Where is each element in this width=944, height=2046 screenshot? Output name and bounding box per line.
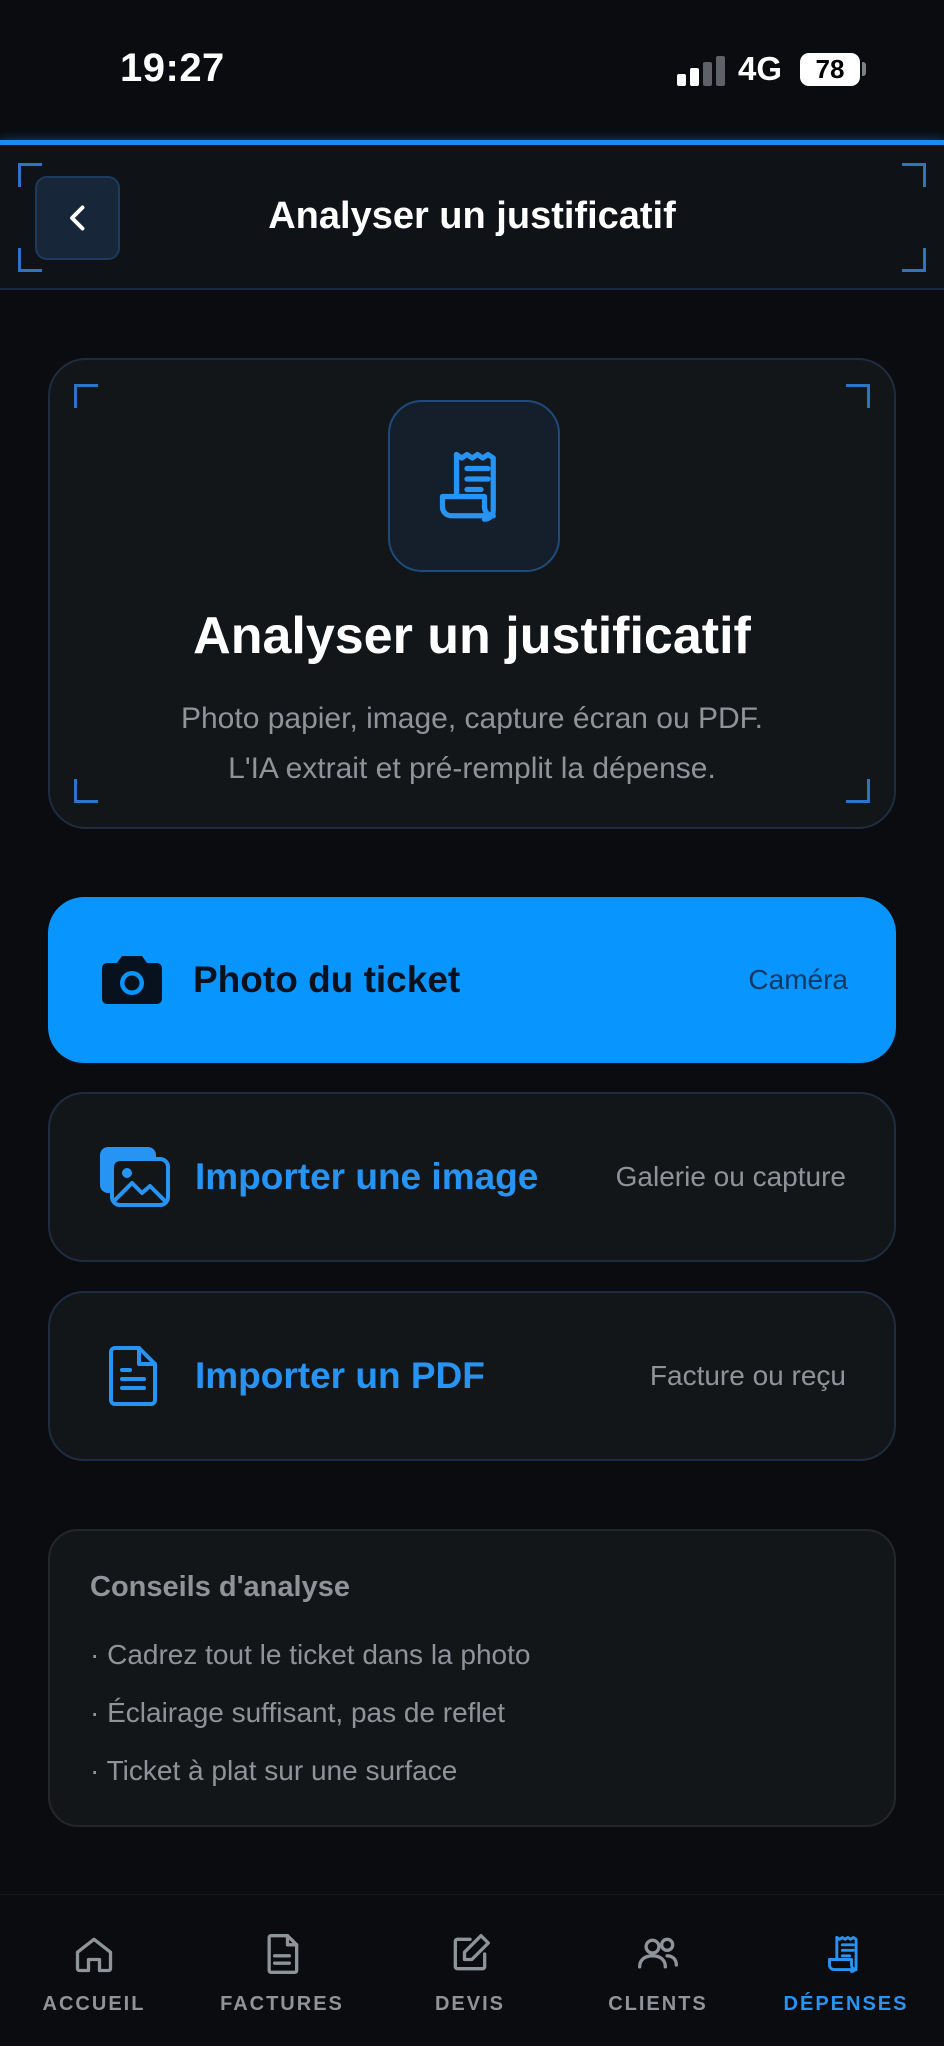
tab-label: CLIENTS	[608, 1993, 708, 2015]
page-title: Analyser un justificatif	[268, 195, 676, 237]
receipt-icon	[752, 1929, 940, 1979]
photo-ticket-button[interactable]: Photo du ticket Caméra	[48, 897, 896, 1063]
corner-bracket	[74, 384, 98, 408]
tab-label: DÉPENSES	[783, 1993, 909, 2015]
action-label: Importer une image	[195, 1156, 539, 1197]
tip-item: · Ticket à plat sur une surface	[90, 1755, 458, 1786]
invoice-icon	[188, 1929, 376, 1979]
receipt-icon	[439, 451, 496, 522]
tip-item: · Cadrez tout le ticket dans la photo	[90, 1639, 531, 1670]
header: Analyser un justificatif	[0, 145, 944, 290]
tips-title: Conseils d'analyse	[90, 1571, 350, 1603]
import-pdf-button[interactable]: Importer un PDF Facture ou reçu	[48, 1291, 896, 1461]
hero-card: Analyser un justificatif Photo papier, i…	[48, 358, 896, 829]
hero-icon-tile	[388, 400, 560, 572]
status-bar: 19:27 4G 78	[0, 0, 944, 140]
tab-label: ACCUEIL	[42, 1993, 146, 2015]
screen: 19:27 4G 78 Analyser un justificatif Ana…	[0, 0, 944, 2046]
tips-card: Conseils d'analyse · Cadrez tout le tick…	[48, 1529, 896, 1827]
action-hint: Facture ou reçu	[649, 1360, 846, 1391]
tab-bar: ACCUEIL FACTURES DEVIS CLIENTS DÉPENSES	[0, 1894, 944, 2046]
corner-bracket	[902, 163, 926, 187]
users-icon	[564, 1929, 752, 1979]
tip-item: · Éclairage suffisant, pas de reflet	[90, 1697, 506, 1728]
document-icon	[98, 1340, 170, 1412]
hero-subtitle: Photo papier, image, capture écran ou PD…	[50, 694, 894, 794]
action-label: Importer un PDF	[195, 1355, 485, 1396]
hero-subtitle-line: L'IA extrait et pré-remplit la dépense.	[228, 752, 716, 785]
action-hint: Caméra	[748, 964, 848, 995]
home-icon	[0, 1929, 188, 1979]
tab-depenses[interactable]: DÉPENSES	[752, 1929, 940, 2016]
tab-accueil[interactable]: ACCUEIL	[0, 1929, 188, 2016]
camera-icon	[96, 944, 168, 1016]
tab-label: DEVIS	[434, 1993, 506, 2015]
tab-clients[interactable]: CLIENTS	[564, 1929, 752, 2016]
signal-strength-icon	[677, 54, 725, 86]
edit-icon	[376, 1929, 564, 1979]
battery-icon: 78	[800, 53, 860, 86]
tab-devis[interactable]: DEVIS	[376, 1929, 564, 2016]
corner-bracket	[902, 248, 926, 272]
import-image-button[interactable]: Importer une image Galerie ou capture	[48, 1092, 896, 1262]
image-gallery-icon	[98, 1141, 170, 1213]
action-label: Photo du ticket	[193, 959, 461, 1000]
action-hint: Galerie ou capture	[615, 1161, 846, 1192]
hero-subtitle-line: Photo papier, image, capture écran ou PD…	[180, 702, 763, 735]
tab-factures[interactable]: FACTURES	[188, 1929, 376, 2016]
network-type: 4G	[738, 50, 783, 87]
hero-title: Analyser un justificatif	[193, 607, 751, 665]
status-time: 19:27	[120, 46, 225, 90]
tab-label: FACTURES	[220, 1993, 344, 2015]
battery-cap	[862, 62, 866, 76]
corner-bracket	[846, 384, 870, 408]
